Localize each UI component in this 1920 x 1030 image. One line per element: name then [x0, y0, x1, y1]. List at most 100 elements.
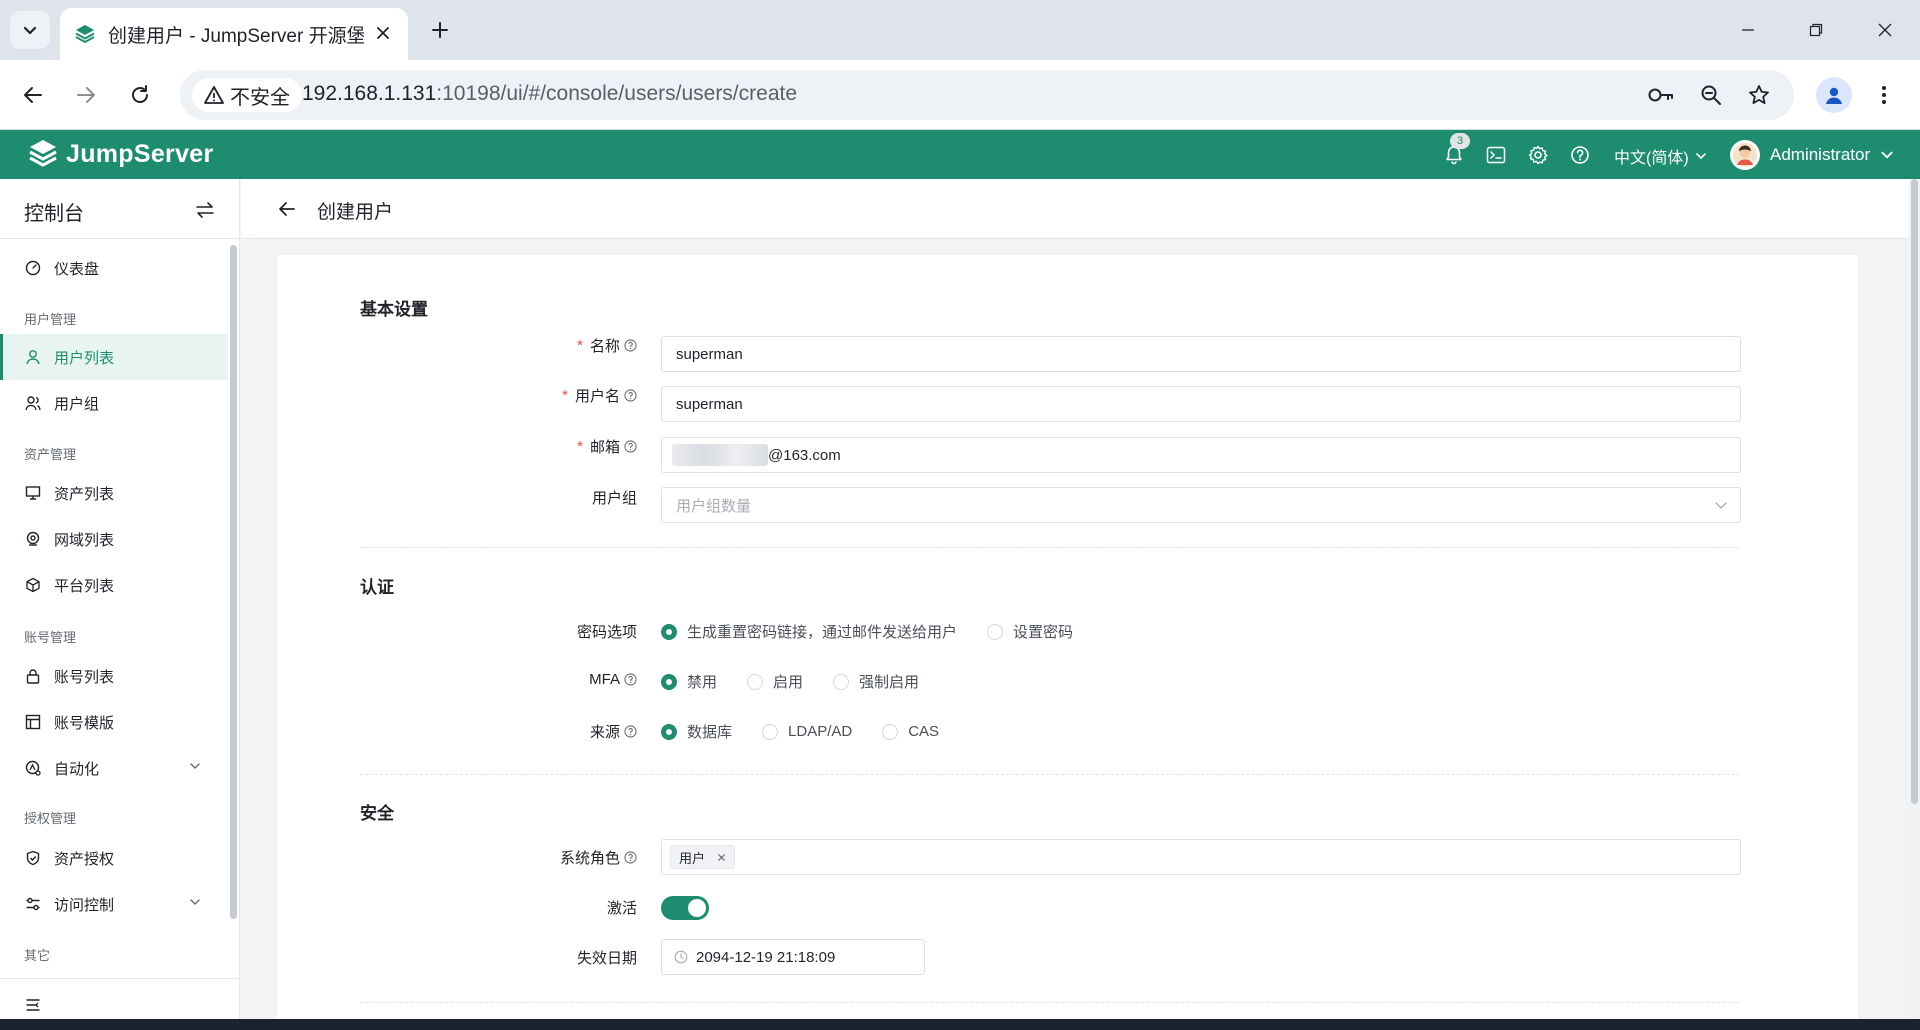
help-icon[interactable]: [1567, 142, 1593, 168]
form-card: 基本设置 * 名称 superman * 用户名 superman * 邮箱 @163…: [277, 255, 1858, 1030]
page-header: 创建用户: [241, 179, 1909, 239]
help-circle-icon[interactable]: [623, 440, 637, 454]
toggle-knob: [688, 899, 706, 917]
help-circle-icon[interactable]: [623, 389, 637, 403]
page-scrollbar[interactable]: [1909, 179, 1920, 1030]
location-icon: [24, 530, 42, 548]
radio-source-cas[interactable]: CAS: [882, 723, 939, 740]
security-label: 不安全: [230, 86, 290, 109]
sidebar-item-asset-perms[interactable]: 资产授权: [0, 835, 228, 881]
restore-icon[interactable]: [1799, 14, 1833, 46]
security-chip[interactable]: 不安全: [192, 78, 302, 112]
name-input[interactable]: superman: [661, 336, 1741, 372]
radio-dot-checked: [661, 623, 677, 640]
help-circle-icon[interactable]: [623, 339, 637, 353]
sidebar-item-automation[interactable]: 自动化: [0, 745, 228, 791]
tag-close-icon[interactable]: [717, 853, 726, 862]
username-label: * 用户名: [377, 385, 637, 406]
browser-toolbar: 不安全 192.168.1.131:10198/ui/#/console/use…: [0, 60, 1920, 130]
terminal-icon[interactable]: [1483, 142, 1509, 168]
reload-icon[interactable]: [122, 77, 158, 113]
browser-menu-icon[interactable]: [1870, 77, 1898, 113]
page-title: 创建用户: [317, 202, 394, 223]
name-label-text: 名称: [589, 338, 620, 355]
sidebar-title: 控制台: [24, 203, 84, 225]
active-label-text: 激活: [606, 900, 637, 917]
sidebar-item-label: 访问控制: [54, 896, 115, 914]
radio-mfa-disabled[interactable]: 禁用: [661, 671, 717, 692]
language-switcher[interactable]: 中文(简体): [1614, 144, 1707, 168]
user-menu[interactable]: Administrator: [1730, 140, 1894, 170]
username-label-text: 用户名: [574, 388, 620, 405]
address-bar[interactable]: 不安全 192.168.1.131:10198/ui/#/console/use…: [180, 70, 1794, 120]
system-role-label: 系统角色: [377, 847, 637, 868]
section-title-auth: 认证: [360, 578, 394, 597]
email-input[interactable]: @163.com: [661, 437, 1741, 473]
browser-tab[interactable]: 创建用户 - JumpServer 开源堡垒机: [60, 8, 408, 60]
page-scrollbar-thumb[interactable]: [1911, 179, 1918, 804]
sidebar-scrollbar[interactable]: [230, 245, 237, 919]
new-tab-icon[interactable]: [424, 14, 456, 46]
radio-set-password[interactable]: 设置密码: [987, 621, 1073, 642]
back-arrow-icon[interactable]: [275, 197, 299, 221]
back-icon[interactable]: [15, 77, 51, 113]
bookmark-star-icon[interactable]: [1744, 80, 1774, 110]
section-divider: [360, 1002, 1740, 1003]
logo[interactable]: JumpServer: [28, 138, 214, 170]
required-mark: *: [577, 438, 583, 455]
expire-date-label: 失效日期: [377, 947, 637, 968]
profile-avatar-icon[interactable]: [1816, 77, 1852, 113]
user-group-select[interactable]: 用户组数量: [661, 487, 1741, 523]
zoom-icon[interactable]: [1696, 80, 1726, 110]
sidebar-item-user-list[interactable]: 用户列表: [0, 334, 228, 380]
sidebar-group-other: 其它: [24, 948, 51, 963]
sidebar-item-asset-list[interactable]: 资产列表: [0, 470, 228, 516]
tab-search-button[interactable]: [10, 11, 50, 49]
notification-badge: 3: [1450, 133, 1470, 149]
sidebar-item-dashboard[interactable]: 仪表盘: [0, 245, 228, 291]
user-group-icon: [24, 394, 42, 412]
radio-source-ldap[interactable]: LDAP/AD: [762, 723, 852, 740]
app-header: JumpServer 3 中文(简体) Administrator: [0, 130, 1920, 179]
sidebar-item-zone-list[interactable]: 网域列表: [0, 516, 228, 562]
radio-mfa-enabled[interactable]: 启用: [747, 671, 803, 692]
group-label-text: 用户组: [591, 490, 637, 507]
automation-icon: [24, 759, 42, 777]
user-avatar: [1730, 140, 1760, 170]
switch-view-icon[interactable]: [192, 197, 218, 223]
sidebar-item-account-list[interactable]: 账号列表: [0, 653, 228, 699]
help-circle-icon[interactable]: [623, 725, 637, 739]
tab-close-icon[interactable]: [372, 22, 394, 44]
section-title-basic: 基本设置: [360, 300, 428, 319]
password-key-icon[interactable]: [1646, 80, 1676, 110]
cube-icon: [24, 576, 42, 594]
radio-source-database[interactable]: 数据库: [661, 721, 732, 742]
expire-date-input[interactable]: 2094-12-19 21:18:09: [661, 939, 925, 975]
user-icon: [24, 348, 42, 366]
forward-icon[interactable]: [68, 77, 104, 113]
sidebar-item-account-templates[interactable]: 账号模版: [0, 699, 228, 745]
username-value: superman: [676, 395, 743, 413]
settings-gear-icon[interactable]: [1525, 142, 1551, 168]
sidebar-group-perms: 授权管理: [24, 811, 77, 826]
collapse-menu-icon[interactable]: [24, 996, 42, 1014]
radio-label: CAS: [908, 723, 940, 740]
radio-mfa-forced[interactable]: 强制启用: [833, 671, 919, 692]
help-circle-icon[interactable]: [623, 673, 637, 687]
url-text[interactable]: 192.168.1.131:10198/ui/#/console/users/u…: [302, 82, 797, 106]
radio-password-reset-link[interactable]: 生成重置密码链接，通过邮件发送给用户: [661, 621, 957, 642]
section-divider: [360, 547, 1740, 548]
required-mark: *: [562, 387, 568, 404]
sidebar-item-user-groups[interactable]: 用户组: [0, 380, 228, 426]
sidebar-item-label: 自动化: [54, 760, 100, 778]
system-role-select[interactable]: 用户: [661, 839, 1741, 875]
username-input[interactable]: superman: [661, 386, 1741, 422]
active-toggle[interactable]: [661, 896, 709, 920]
jumpserver-logo-icon: [29, 140, 57, 167]
minimize-icon[interactable]: [1731, 14, 1765, 46]
sidebar-item-platform-list[interactable]: 平台列表: [0, 562, 228, 608]
mfa-label-text: MFA: [589, 671, 620, 688]
help-circle-icon[interactable]: [623, 851, 637, 865]
sidebar-item-access-control[interactable]: 访问控制: [0, 881, 228, 927]
close-window-icon[interactable]: [1868, 14, 1902, 46]
